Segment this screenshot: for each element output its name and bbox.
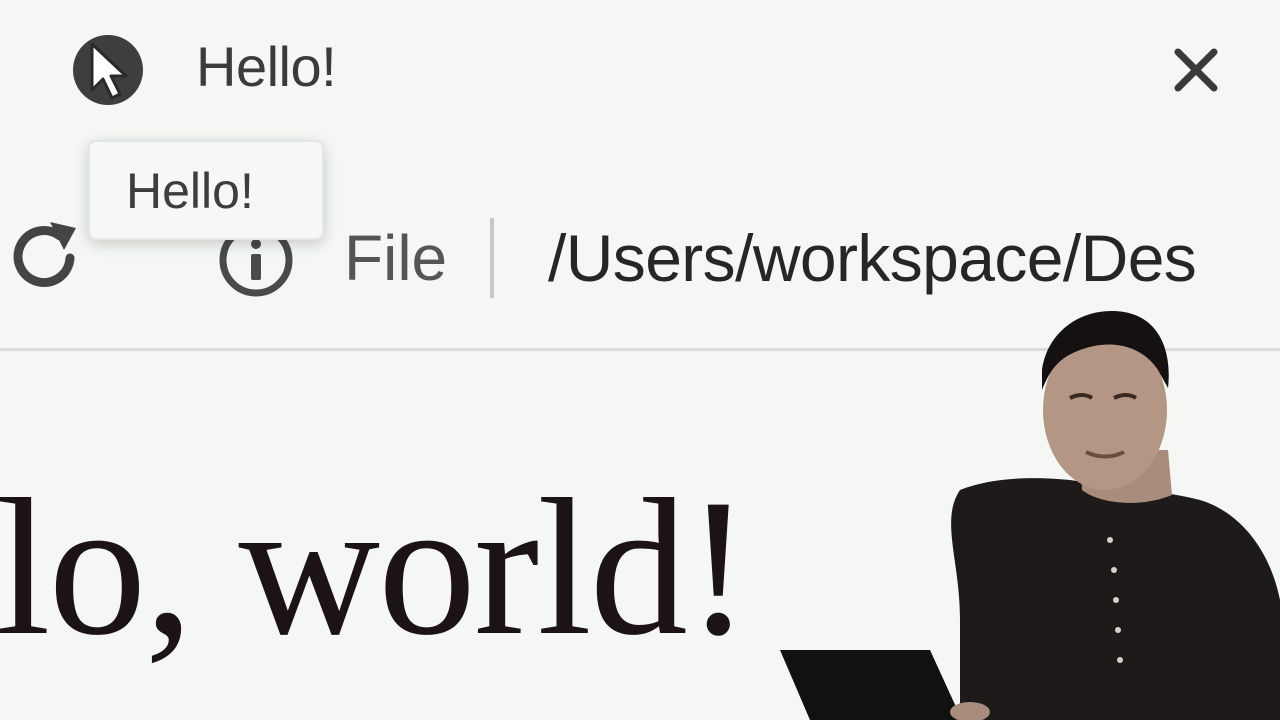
page-heading: lo, world! xyxy=(0,459,751,676)
tab-tooltip: Hello! xyxy=(88,140,324,240)
tab-title[interactable]: Hello! xyxy=(196,34,337,100)
cursor-pointer-icon[interactable] xyxy=(70,32,146,108)
reload-icon[interactable] xyxy=(2,214,88,300)
presenter-image xyxy=(780,300,1280,720)
address-url[interactable]: /Users/workspace/Des xyxy=(548,220,1197,296)
tooltip-text: Hello! xyxy=(126,163,254,219)
tab-strip: Hello! xyxy=(0,0,1280,130)
browser-window: Hello! Hello! File /Users/workspace/Des … xyxy=(0,0,1280,720)
close-icon[interactable] xyxy=(1166,40,1226,100)
scheme-label[interactable]: File xyxy=(344,222,447,294)
address-divider xyxy=(490,218,494,298)
